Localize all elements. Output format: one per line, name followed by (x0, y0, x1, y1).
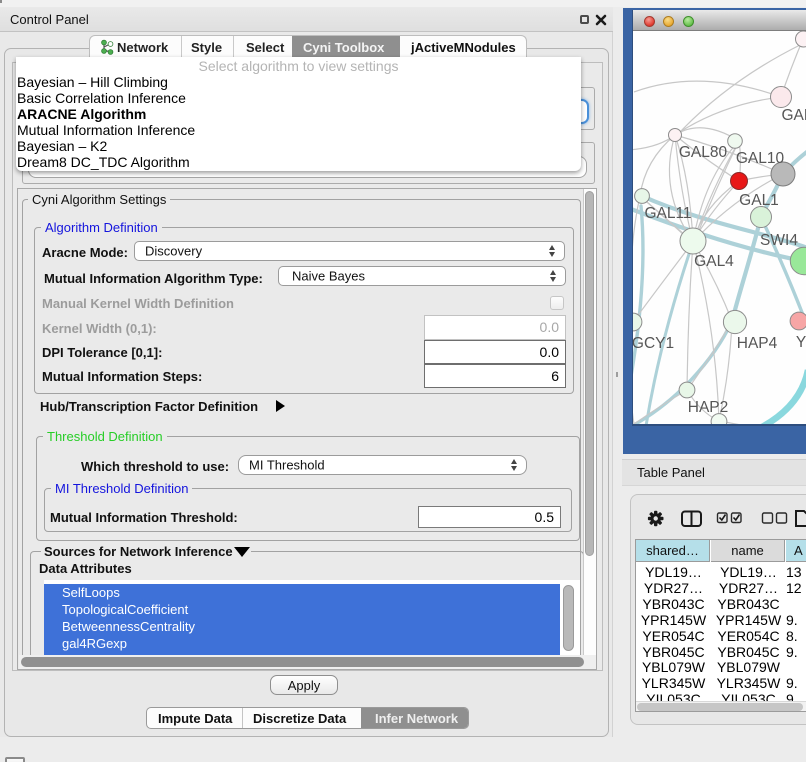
svg-text:GAL4: GAL4 (694, 253, 734, 270)
svg-text:Y: Y (796, 334, 806, 351)
svg-text:HAP2: HAP2 (688, 399, 729, 416)
svg-text:GAL: GAL (781, 107, 806, 124)
svg-text:GCY1: GCY1 (633, 335, 674, 352)
svg-text:SWI4: SWI4 (760, 232, 798, 249)
svg-text:GAL80: GAL80 (679, 144, 728, 161)
svg-text:GAL10: GAL10 (736, 150, 785, 167)
svg-text:GAL11: GAL11 (644, 205, 691, 222)
svg-text:HAP4: HAP4 (737, 335, 778, 352)
svg-text:GAL1: GAL1 (739, 192, 779, 209)
